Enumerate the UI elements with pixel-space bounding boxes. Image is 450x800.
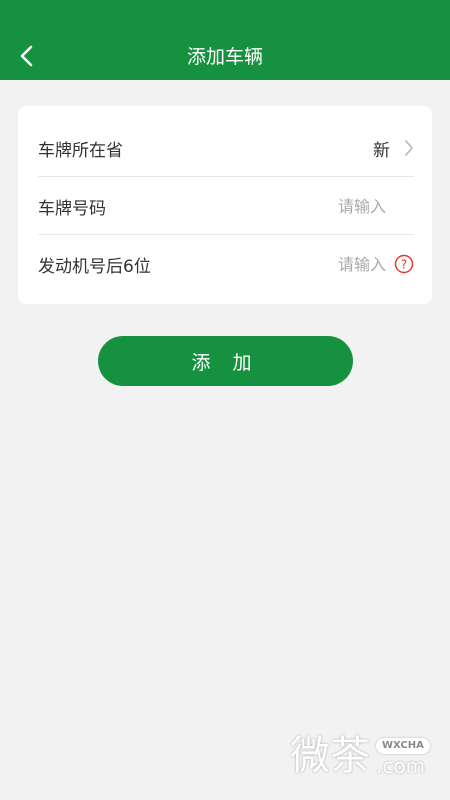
province-row[interactable]: 车牌所在省 新 [38, 119, 414, 177]
plate-row: 车牌号码 [38, 177, 414, 235]
svg-text:?: ? [401, 258, 407, 272]
watermark-text: 微茶 [290, 733, 370, 779]
watermark-badge: WXCHA [376, 738, 430, 754]
watermark-domain: .com [376, 754, 426, 778]
add-button[interactable]: 添 加 [98, 336, 353, 386]
engine-label: 发动机号后6位 [38, 256, 151, 277]
header-bar: 添加车辆 [0, 0, 450, 80]
question-circle-icon[interactable]: ? [394, 254, 414, 274]
engine-row: 发动机号后6位 ? [38, 235, 414, 293]
engine-input[interactable] [266, 254, 386, 274]
chevron-right-icon [400, 139, 414, 157]
page-title: 添加车辆 [186, 46, 263, 68]
province-value: 新 [373, 140, 390, 161]
watermark: 微茶 WXCHA .com [290, 734, 430, 778]
province-label: 车牌所在省 [38, 140, 123, 161]
plate-label: 车牌号码 [38, 198, 106, 219]
vehicle-form-card: 车牌所在省 新 车牌号码 发动机号后6位 ? [18, 106, 432, 304]
plate-input[interactable] [266, 196, 386, 216]
